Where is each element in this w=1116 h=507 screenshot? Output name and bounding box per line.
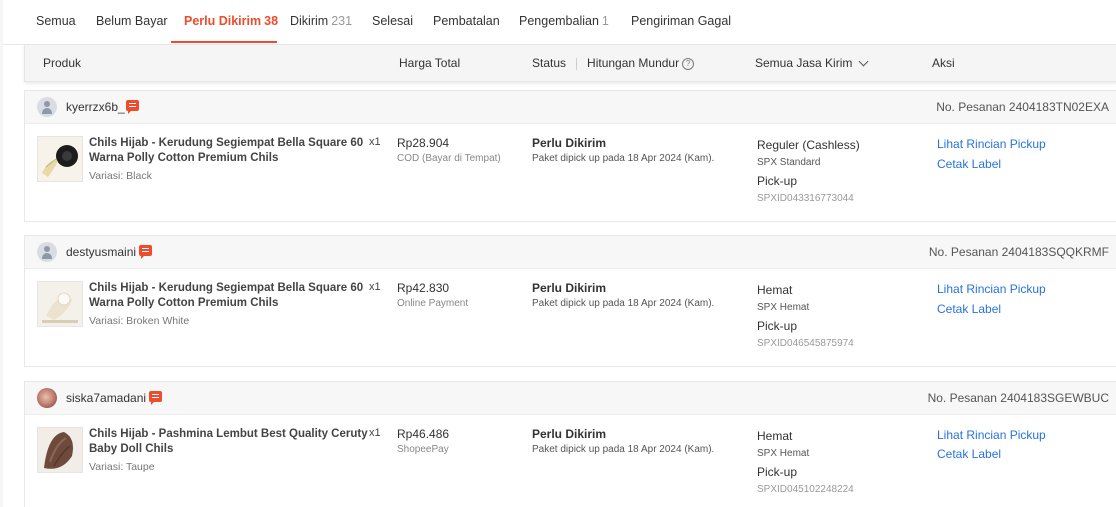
shipping-method: Pick-up	[757, 465, 798, 479]
payment-method: COD (Bayar di Tempat)	[397, 153, 501, 164]
order-total-price: Rp46.486	[397, 427, 450, 441]
shipping-service: SPX Hemat	[757, 302, 810, 313]
tab-pengembalian[interactable]: Pengembalian 1	[519, 0, 609, 44]
tab-semua[interactable]: Semua	[36, 0, 76, 44]
buyer-username[interactable]: destyusmaini	[66, 236, 136, 268]
print-label-link[interactable]: Cetak Label	[937, 157, 1001, 171]
countdown-label: Hitungan Mundur	[587, 56, 680, 70]
courier-filter-dropdown[interactable]: Semua Jasa Kirim	[755, 45, 869, 81]
buyer-username[interactable]: siska7amadani	[66, 382, 146, 414]
order-status: Perlu Dikirim	[532, 281, 607, 295]
chevron-down-icon	[858, 56, 869, 67]
shipping-service: SPX Hemat	[757, 448, 810, 459]
shipping-type: Hemat	[757, 429, 793, 443]
status-label: Status	[532, 56, 567, 70]
pickup-info: Paket dipick up pada 18 Apr 2024 (Kam).	[532, 153, 715, 164]
product-quantity: x1	[369, 136, 381, 148]
shipping-type: Reguler (Cashless)	[757, 138, 860, 152]
payment-method: ShopeePay	[397, 444, 449, 455]
column-header-status: Status Hitungan Mundur?	[532, 45, 695, 81]
product-image-white-hijab	[38, 282, 82, 326]
print-label-link[interactable]: Cetak Label	[937, 447, 1001, 461]
product-name[interactable]: Chils Hijab - Pashmina Lembut Best Quali…	[89, 427, 371, 456]
shipping-method: Pick-up	[757, 319, 798, 333]
chat-icon[interactable]	[126, 100, 139, 114]
active-tab-indicator	[171, 41, 277, 43]
product-image-taupe-pashmina	[38, 428, 82, 472]
product-thumbnail[interactable]	[37, 427, 83, 473]
order-number: No. Pesanan 2404183SGEWBUC	[927, 391, 1109, 405]
tab-dikirim[interactable]: Dikirim 231	[290, 0, 352, 44]
product-thumbnail[interactable]	[37, 136, 83, 182]
product-quantity: x1	[369, 427, 381, 439]
tracking-number: SPXID045102248224	[757, 484, 854, 495]
view-pickup-details-link[interactable]: Lihat Rincian Pickup	[937, 282, 1046, 296]
order-status: Perlu Dikirim	[532, 427, 607, 441]
order-header: siska7amadani No. Pesanan 2404183SGEWBUC	[25, 382, 1116, 415]
order-total-price: Rp28.904	[397, 136, 450, 150]
order-card: kyerrzx6b_ No. Pesanan 2404183TN02EXA Ch…	[24, 90, 1116, 222]
chat-icon[interactable]	[139, 245, 152, 259]
column-header-harga-total: Harga Total	[399, 56, 461, 70]
product-variant: Variasi: Taupe	[89, 461, 155, 473]
order-status: Perlu Dikirim	[532, 136, 607, 150]
product-image-black-hijab	[38, 137, 82, 181]
view-pickup-details-link[interactable]: Lihat Rincian Pickup	[937, 428, 1046, 442]
chat-icon[interactable]	[149, 391, 162, 405]
shipping-service: SPX Standard	[757, 157, 821, 168]
table-header: Produk Harga Total Status Hitungan Mundur…	[24, 44, 1116, 82]
tracking-number: SPXID043316773044	[757, 193, 854, 204]
pickup-info: Paket dipick up pada 18 Apr 2024 (Kam).	[532, 444, 715, 455]
product-variant: Variasi: Broken White	[89, 315, 190, 327]
tab-belum-bayar[interactable]: Belum Bayar	[96, 0, 168, 44]
product-name[interactable]: Chils Hijab - Kerudung Segiempat Bella S…	[89, 281, 371, 310]
product-thumbnail[interactable]	[37, 281, 83, 327]
order-card: destyusmaini No. Pesanan 2404183SQQKRMF …	[24, 235, 1116, 367]
order-number: No. Pesanan 2404183SQQKRMF	[928, 245, 1109, 259]
header-divider	[576, 57, 578, 70]
order-header: kyerrzx6b_ No. Pesanan 2404183TN02EXA	[25, 91, 1116, 124]
payment-method: Online Payment	[397, 298, 469, 309]
column-header-aksi: Aksi	[932, 56, 955, 70]
product-name[interactable]: Chils Hijab - Kerudung Segiempat Bella S…	[89, 136, 371, 165]
courier-filter-label: Semua Jasa Kirim	[755, 56, 853, 70]
shipping-method: Pick-up	[757, 174, 798, 188]
print-label-link[interactable]: Cetak Label	[937, 302, 1001, 316]
order-status-tabs: Semua Belum Bayar Perlu Dikirim 38 Dikiri…	[3, 0, 1116, 45]
default-user-icon	[37, 242, 57, 262]
product-quantity: x1	[369, 281, 381, 293]
order-total-price: Rp42.830	[397, 281, 450, 295]
tracking-number: SPXID046545875974	[757, 338, 854, 349]
order-card: siska7amadani No. Pesanan 2404183SGEWBUC…	[24, 381, 1116, 507]
tab-selesai[interactable]: Selesai	[372, 0, 413, 44]
order-number: No. Pesanan 2404183TN02EXA	[936, 100, 1109, 114]
tab-pembatalan[interactable]: Pembatalan	[433, 0, 500, 44]
shipping-type: Hemat	[757, 283, 793, 297]
order-header: destyusmaini No. Pesanan 2404183SQQKRMF	[25, 236, 1116, 269]
product-variant: Variasi: Black	[89, 170, 152, 182]
tab-perlu-dikirim[interactable]: Perlu Dikirim 38	[184, 0, 278, 44]
help-icon[interactable]: ?	[682, 57, 695, 70]
column-header-produk: Produk	[43, 56, 82, 70]
photo-avatar	[37, 388, 57, 408]
default-user-icon	[37, 97, 57, 117]
order-list-page: Semua Belum Bayar Perlu Dikirim 38 Dikiri…	[3, 0, 1116, 507]
buyer-username[interactable]: kyerrzx6b_	[66, 91, 125, 123]
tab-pengiriman-gagal[interactable]: Pengiriman Gagal	[631, 0, 731, 44]
pickup-info: Paket dipick up pada 18 Apr 2024 (Kam).	[532, 298, 715, 309]
view-pickup-details-link[interactable]: Lihat Rincian Pickup	[937, 137, 1046, 151]
